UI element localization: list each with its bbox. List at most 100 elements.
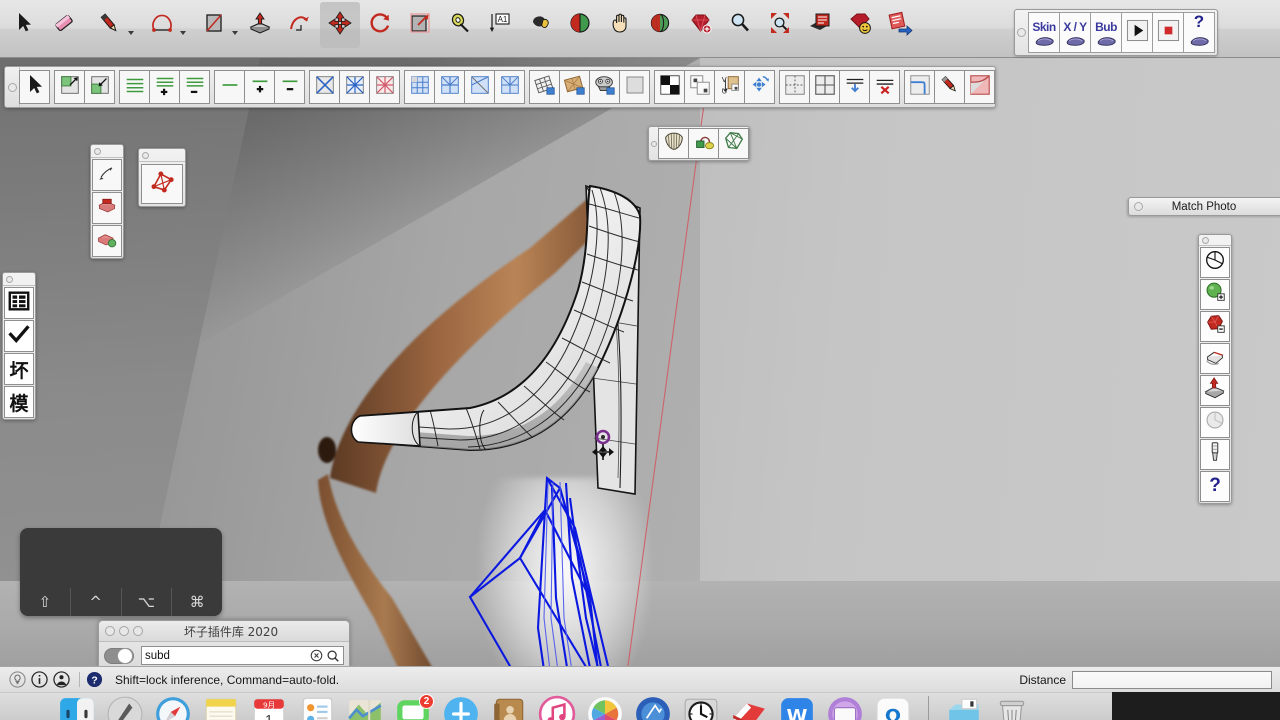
qft-edge-pencil[interactable] <box>934 70 965 104</box>
qft-quad-grid[interactable] <box>809 70 840 104</box>
quadface-tools-toolbar[interactable]: VU <box>4 66 996 108</box>
ruby-smiley-tool[interactable] <box>840 2 880 48</box>
export-tool[interactable] <box>880 2 920 48</box>
shell-tools-palette[interactable] <box>648 126 750 161</box>
help-button[interactable]: ? <box>1183 12 1215 53</box>
dock-notes[interactable] <box>202 695 240 720</box>
dimension-tool[interactable]: A1 <box>480 2 520 48</box>
plugin-library-palette[interactable]: 坏模 <box>2 272 36 420</box>
subd-skin-toolbar[interactable]: Skin X / Y Bub ? <box>1014 9 1218 56</box>
zoom-tool[interactable] <box>720 2 760 48</box>
dock-time-machine[interactable] <box>682 695 720 720</box>
qft-grow-ring[interactable] <box>149 70 180 104</box>
qft-select-quads-from-edges[interactable] <box>369 70 400 104</box>
library-toggle-switch[interactable] <box>104 647 134 664</box>
library-mo-button[interactable]: 模 <box>4 386 34 418</box>
dock-address-book[interactable] <box>490 695 528 720</box>
info-circle-icon[interactable] <box>30 670 49 689</box>
subdivide-smooth-tool[interactable] <box>1200 247 1230 278</box>
sculpt-brush-tool[interactable] <box>1200 439 1230 470</box>
measurement-input[interactable] <box>1072 670 1272 689</box>
dock-appstore[interactable] <box>442 695 480 720</box>
qft-context-grid[interactable] <box>779 70 810 104</box>
qft-grow-loop[interactable] <box>244 70 275 104</box>
play-button[interactable] <box>1121 12 1153 53</box>
qft-triangulate-quads[interactable] <box>529 70 560 104</box>
qft-copy-uv[interactable] <box>684 70 715 104</box>
ruby-stack-tool[interactable] <box>800 2 840 48</box>
qft-build-corner-quads[interactable] <box>494 70 525 104</box>
qft-convert-to-quads[interactable] <box>559 70 590 104</box>
qft-shrink-loop[interactable] <box>274 70 305 104</box>
vertex-smooth-tool[interactable] <box>92 225 122 257</box>
plugin-library-dialog[interactable]: 坏子插件库 2020 <box>98 620 350 668</box>
person-circle-icon[interactable] <box>52 670 71 689</box>
dock-safari[interactable] <box>154 695 192 720</box>
clear-circle-x-icon[interactable] <box>310 649 323 662</box>
qft-connect-edges[interactable] <box>404 70 435 104</box>
chevron-down-icon[interactable] <box>232 31 238 35</box>
move-tool[interactable] <box>320 2 360 48</box>
close-button[interactable] <box>105 626 115 636</box>
vertex-soften-tool[interactable] <box>92 192 122 224</box>
qft-select-tool[interactable] <box>19 70 50 104</box>
stop-button[interactable] <box>1152 12 1184 53</box>
qft-remove-loops[interactable] <box>464 70 495 104</box>
dock-itunes[interactable] <box>538 695 576 720</box>
match-photo-panel[interactable]: Match Photo <box>1128 197 1280 216</box>
skin-button[interactable]: Skin <box>1028 12 1060 53</box>
qft-shrink-selection[interactable] <box>84 70 115 104</box>
arc-tool[interactable] <box>136 2 188 48</box>
qft-region-to-loop[interactable] <box>309 70 340 104</box>
ruby-console-tool[interactable] <box>680 2 720 48</box>
dock-messages[interactable]: 2 <box>394 694 434 720</box>
search-input[interactable] <box>145 649 310 662</box>
qft-grow-selection[interactable] <box>54 70 85 104</box>
macos-dock[interactable]: 9月12WΩ <box>0 692 1280 720</box>
library-huai-button[interactable]: 坏 <box>4 353 34 385</box>
scale-tool[interactable] <box>400 2 440 48</box>
minimize-button[interactable] <box>119 626 129 636</box>
dock-contacts[interactable] <box>298 695 336 720</box>
section-plane-tool[interactable] <box>560 2 600 48</box>
qft-shrink-ring[interactable] <box>179 70 210 104</box>
dialog-titlebar[interactable]: 坏子插件库 2020 <box>99 621 349 642</box>
dock-calendar[interactable]: 9月1 <box>250 695 288 720</box>
toolbar-grip[interactable] <box>5 67 20 107</box>
vertex-select-tool[interactable] <box>92 159 122 191</box>
chevron-down-icon[interactable] <box>128 31 134 35</box>
knife-subdivide-tool[interactable] <box>1200 343 1230 374</box>
dock-screenshot[interactable] <box>826 695 864 720</box>
bubble-button[interactable]: Bub <box>1090 12 1122 53</box>
qft-uv-vu[interactable]: VU <box>714 70 745 104</box>
dock-maps[interactable] <box>346 695 384 720</box>
zoom-button[interactable] <box>133 626 143 636</box>
toolbar-grip[interactable] <box>1015 12 1029 53</box>
dock-finder[interactable] <box>58 695 96 720</box>
extrude-tool[interactable] <box>1200 375 1230 406</box>
smooth-proxy-tool[interactable] <box>1200 407 1230 438</box>
followme-tool[interactable] <box>280 2 320 48</box>
panel-collapse-knob[interactable] <box>1134 202 1143 211</box>
chevron-down-icon[interactable] <box>180 31 186 35</box>
pushpull-tool[interactable] <box>240 2 280 48</box>
help-question-icon[interactable]: ? <box>85 670 104 689</box>
dock-sketchup[interactable] <box>730 695 768 720</box>
rectangle-tool[interactable] <box>188 2 240 48</box>
qft-checker-select[interactable] <box>654 70 685 104</box>
search-icon[interactable] <box>326 649 340 663</box>
vertex-edit-tool[interactable] <box>141 164 183 204</box>
cage-mesh-tool[interactable] <box>718 128 749 159</box>
zoom-extents-tool[interactable] <box>760 2 800 48</box>
add-crease-tool[interactable] <box>1200 279 1230 310</box>
qft-select-loop[interactable] <box>214 70 245 104</box>
mesh-tools-palette[interactable] <box>138 148 186 207</box>
dock-downloads[interactable] <box>945 695 983 720</box>
large-tool-set[interactable]: A1 <box>4 0 920 50</box>
library-grid-button[interactable] <box>4 287 34 319</box>
qft-uv-map[interactable] <box>589 70 620 104</box>
qft-quad-fill[interactable] <box>964 70 995 104</box>
palette-grip[interactable] <box>91 145 123 158</box>
dock-photos[interactable] <box>586 695 624 720</box>
palette-grip[interactable] <box>1199 235 1231 246</box>
